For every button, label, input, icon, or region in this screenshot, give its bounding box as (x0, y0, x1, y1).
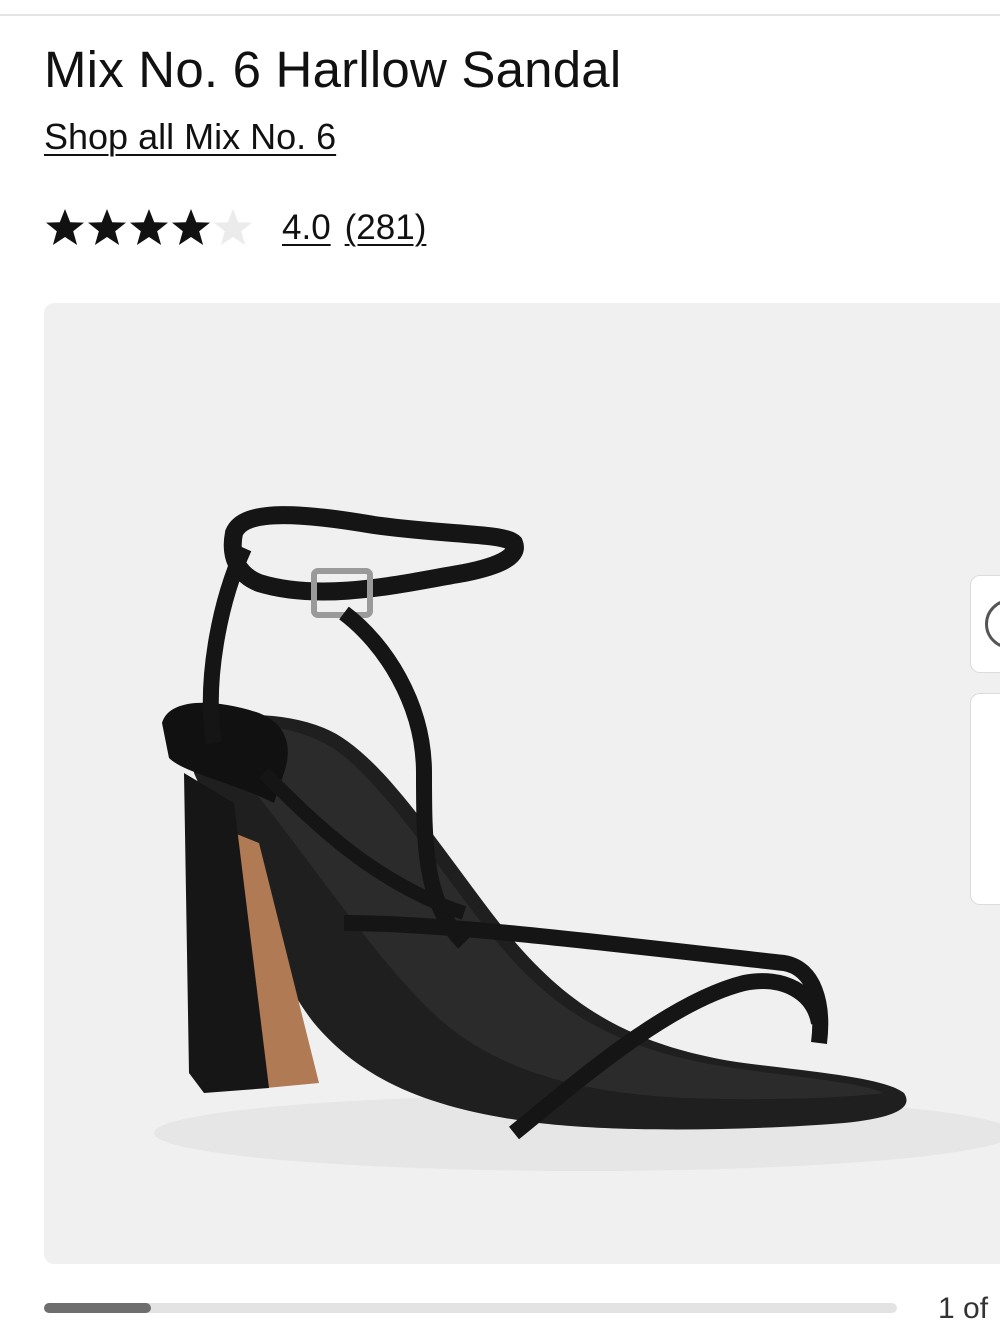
info-icon (985, 599, 1000, 649)
shop-brand-link[interactable]: Shop all Mix No. 6 (44, 116, 336, 158)
star-filled-icon (46, 209, 84, 245)
side-panel-tab-secondary[interactable] (970, 693, 1000, 905)
product-image-panel[interactable] (44, 303, 1000, 1264)
image-page-indicator: 1 of (938, 1292, 989, 1325)
review-count-link[interactable]: (281) (345, 208, 427, 248)
carousel-scrollbar-thumb[interactable] (44, 1303, 151, 1313)
star-filled-icon (88, 209, 126, 245)
product-image (154, 506, 1000, 1171)
product-title: Mix No. 6 Harllow Sandal (44, 41, 622, 98)
rating-row: 4.0 (281) (44, 204, 426, 252)
side-panel-tab[interactable] (970, 575, 1000, 673)
star-filled-icon (130, 209, 168, 245)
star-rating[interactable] (44, 207, 254, 249)
top-divider (0, 14, 1000, 16)
star-filled-icon (172, 209, 210, 245)
carousel-scrollbar[interactable] (44, 1303, 897, 1313)
star-empty-icon (214, 209, 252, 245)
rating-value[interactable]: 4.0 (282, 208, 331, 248)
